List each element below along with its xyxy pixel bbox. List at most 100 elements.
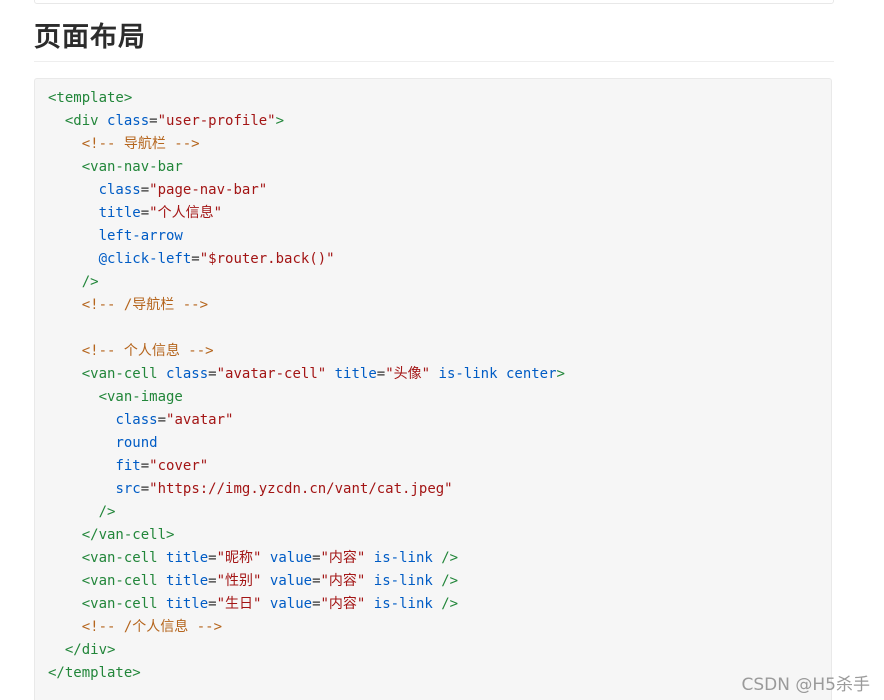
section-heading: 页面布局 [34,22,146,53]
code-attr-token: title [166,573,209,589]
code-tag-token: </div> [64,642,116,658]
code-line: <van-image [48,386,565,409]
code-attr-token: class [166,366,209,382]
code-tag-token: <van-cell [81,550,158,566]
code-tag-token: <van-cell [81,596,158,612]
code-attr-token: is-link [373,596,433,612]
code-attr-token: value [269,550,313,566]
code-attr-token: round [115,435,158,451]
code-attr-token: class [107,113,150,129]
code-line: class="page-nav-bar" [48,179,565,202]
code-tag-token: <div [64,113,99,129]
code-punct-token: = [157,412,167,428]
code-line: src="https://img.yzcdn.cn/vant/cat.jpeg" [48,478,565,501]
code-attr-token: title [98,205,141,221]
code-line: fit="cover" [48,455,565,478]
code-punct-token: = [208,550,217,566]
code-line: <van-cell title="生日" value="内容" is-link … [48,593,565,616]
code-attr-token: is-link [438,366,498,382]
code-attr-token: class [115,412,158,428]
watermark: CSDN @H5杀手 [741,675,870,695]
code-tag-token: /> [441,550,459,566]
code-attr-token: value [269,573,313,589]
code-tag-token: > [556,366,565,382]
code-attr-token: title [166,550,209,566]
code-tag-token: /> [98,504,116,520]
code-line: /> [48,271,565,294]
code-line: title="个人信息" [48,202,565,225]
code-line: <div class="user-profile"> [48,110,565,133]
code-lines: <template> <div class="user-profile"> <!… [48,87,565,685]
code-string-token: "https://img.yzcdn.cn/vant/cat.jpeg" [149,481,453,497]
code-tag-token: /> [441,596,459,612]
code-string-token: "cover" [149,458,209,474]
code-punct-token: = [140,182,150,198]
code-tag-token: <van-image [98,389,183,405]
code-punct-token: = [191,251,200,267]
code-punct-token: = [140,458,150,474]
code-attr-token: fit [115,458,141,474]
code-attr-token: value [269,596,313,612]
code-punct-token: = [376,366,386,382]
code-attr-token: is-link [373,550,433,566]
code-tag-token: /> [81,274,99,290]
code-string-token: "头像" [385,366,431,382]
code-attr-token: center [505,366,557,382]
code-string-token: "内容" [320,596,366,612]
code-line: <!-- 导航栏 --> [48,133,565,156]
code-line: <van-nav-bar [48,156,565,179]
code-tag-token: <van-cell [81,573,158,589]
code-punct-token: = [208,366,217,382]
code-attr-token: is-link [373,573,433,589]
code-tag-token: </van-cell> [81,527,175,543]
code-line: <!-- /个人信息 --> [48,616,565,639]
code-line: <!-- /导航栏 --> [48,294,565,317]
previous-code-block-edge [34,0,834,4]
code-tag-token: <van-cell [81,366,158,382]
code-line: /> [48,501,565,524]
code-line: <van-cell title="性别" value="内容" is-link … [48,570,565,593]
code-line: <van-cell class="avatar-cell" title="头像"… [48,363,565,386]
code-tag-token: > [275,113,285,129]
code-line: </div> [48,639,565,662]
code-string-token: "昵称" [216,550,262,566]
code-punct-token: = [140,205,150,221]
code-comment-token: <!-- 导航栏 --> [81,136,200,152]
code-punct-token: = [208,573,217,589]
code-string-token: "$router.back()" [199,251,335,267]
code-string-token: "avatar-cell" [216,366,327,382]
code-line: @click-left="$router.back()" [48,248,565,271]
code-comment-token: <!-- /个人信息 --> [81,619,223,635]
code-line: left-arrow [48,225,565,248]
code-punct-token: = [312,596,321,612]
code-line: <!-- 个人信息 --> [48,340,565,363]
code-punct-token: = [208,596,217,612]
heading-divider [34,61,834,62]
